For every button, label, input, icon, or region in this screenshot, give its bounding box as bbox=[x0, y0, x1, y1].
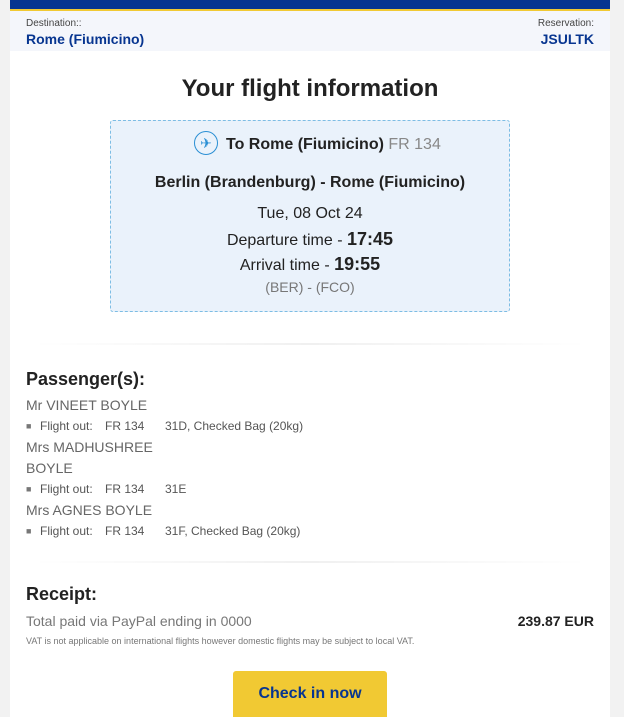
airport-codes: (BER) - (FCO) bbox=[265, 279, 355, 295]
flight-heading: To Rome (Fiumicino) FR 134 bbox=[226, 136, 441, 154]
passenger-name: Mr VINEET BOYLE bbox=[26, 397, 148, 413]
passenger-flight-detail: ■ Flight out: FR 134 31F, Checked Bag (20kg… bbox=[26, 524, 301, 538]
passenger-flight-detail: ■ Flight out: FR 134 31E bbox=[26, 482, 187, 496]
passenger-name: Mrs MADHUSHREE bbox=[26, 439, 153, 455]
brand-top-bar bbox=[10, 0, 610, 11]
reservation-code: JSULTK bbox=[540, 31, 594, 47]
departure-time: 17:45 bbox=[347, 229, 394, 249]
total-amount: 239.87 EUR bbox=[517, 613, 594, 629]
plane-icon: ✈ bbox=[194, 131, 218, 155]
reservation-label: Reservation: bbox=[537, 18, 594, 29]
arrival-label: Arrival time - bbox=[239, 257, 335, 274]
destination-label: Destination:: bbox=[26, 18, 82, 29]
flight-destination: To Rome (Fiumicino) bbox=[226, 136, 384, 153]
check-in-button[interactable]: Check in now bbox=[233, 671, 387, 717]
passenger-flight-detail: ■ Flight out: FR 134 31D, Checked Bag (20kg… bbox=[26, 419, 304, 433]
arrival-time-row: Arrival time - 19:55 bbox=[111, 254, 509, 275]
bullet-icon: ■ bbox=[26, 526, 32, 536]
passengers-title: Passenger(s): bbox=[26, 369, 146, 389]
bullet-icon: ■ bbox=[26, 484, 32, 494]
payment-description: Total paid via PayPal ending in 0000 bbox=[26, 613, 252, 629]
passenger-name-cont: BOYLE bbox=[26, 460, 73, 476]
flight-route: Berlin (Brandenburg) - Rome (Fiumicino) bbox=[154, 174, 466, 191]
flight-number: FR 134 bbox=[388, 136, 441, 153]
section-divider bbox=[30, 343, 590, 345]
receipt-title: Receipt: bbox=[26, 584, 98, 604]
vat-note: VAT is not applicable on international f… bbox=[26, 636, 415, 646]
departure-time-row: Departure time - 17:45 bbox=[111, 229, 509, 250]
email-card: Destination:: Rome (Fiumicino) Reservati… bbox=[10, 11, 610, 717]
passenger-name: Mrs AGNES BOYLE bbox=[26, 502, 153, 518]
arrival-time: 19:55 bbox=[334, 254, 381, 274]
departure-label: Departure time - bbox=[226, 232, 347, 249]
flight-info-box: ✈ To Rome (Fiumicino) FR 134 Berlin (Bra… bbox=[110, 120, 510, 312]
destination-value: Rome (Fiumicino) bbox=[26, 31, 145, 47]
section-divider bbox=[30, 561, 590, 563]
flight-date: Tue, 08 Oct 24 bbox=[257, 205, 363, 222]
bullet-icon: ■ bbox=[26, 421, 32, 431]
page-title: Your flight information bbox=[181, 75, 439, 102]
reservation-header: Destination:: Rome (Fiumicino) Reservati… bbox=[10, 11, 610, 51]
